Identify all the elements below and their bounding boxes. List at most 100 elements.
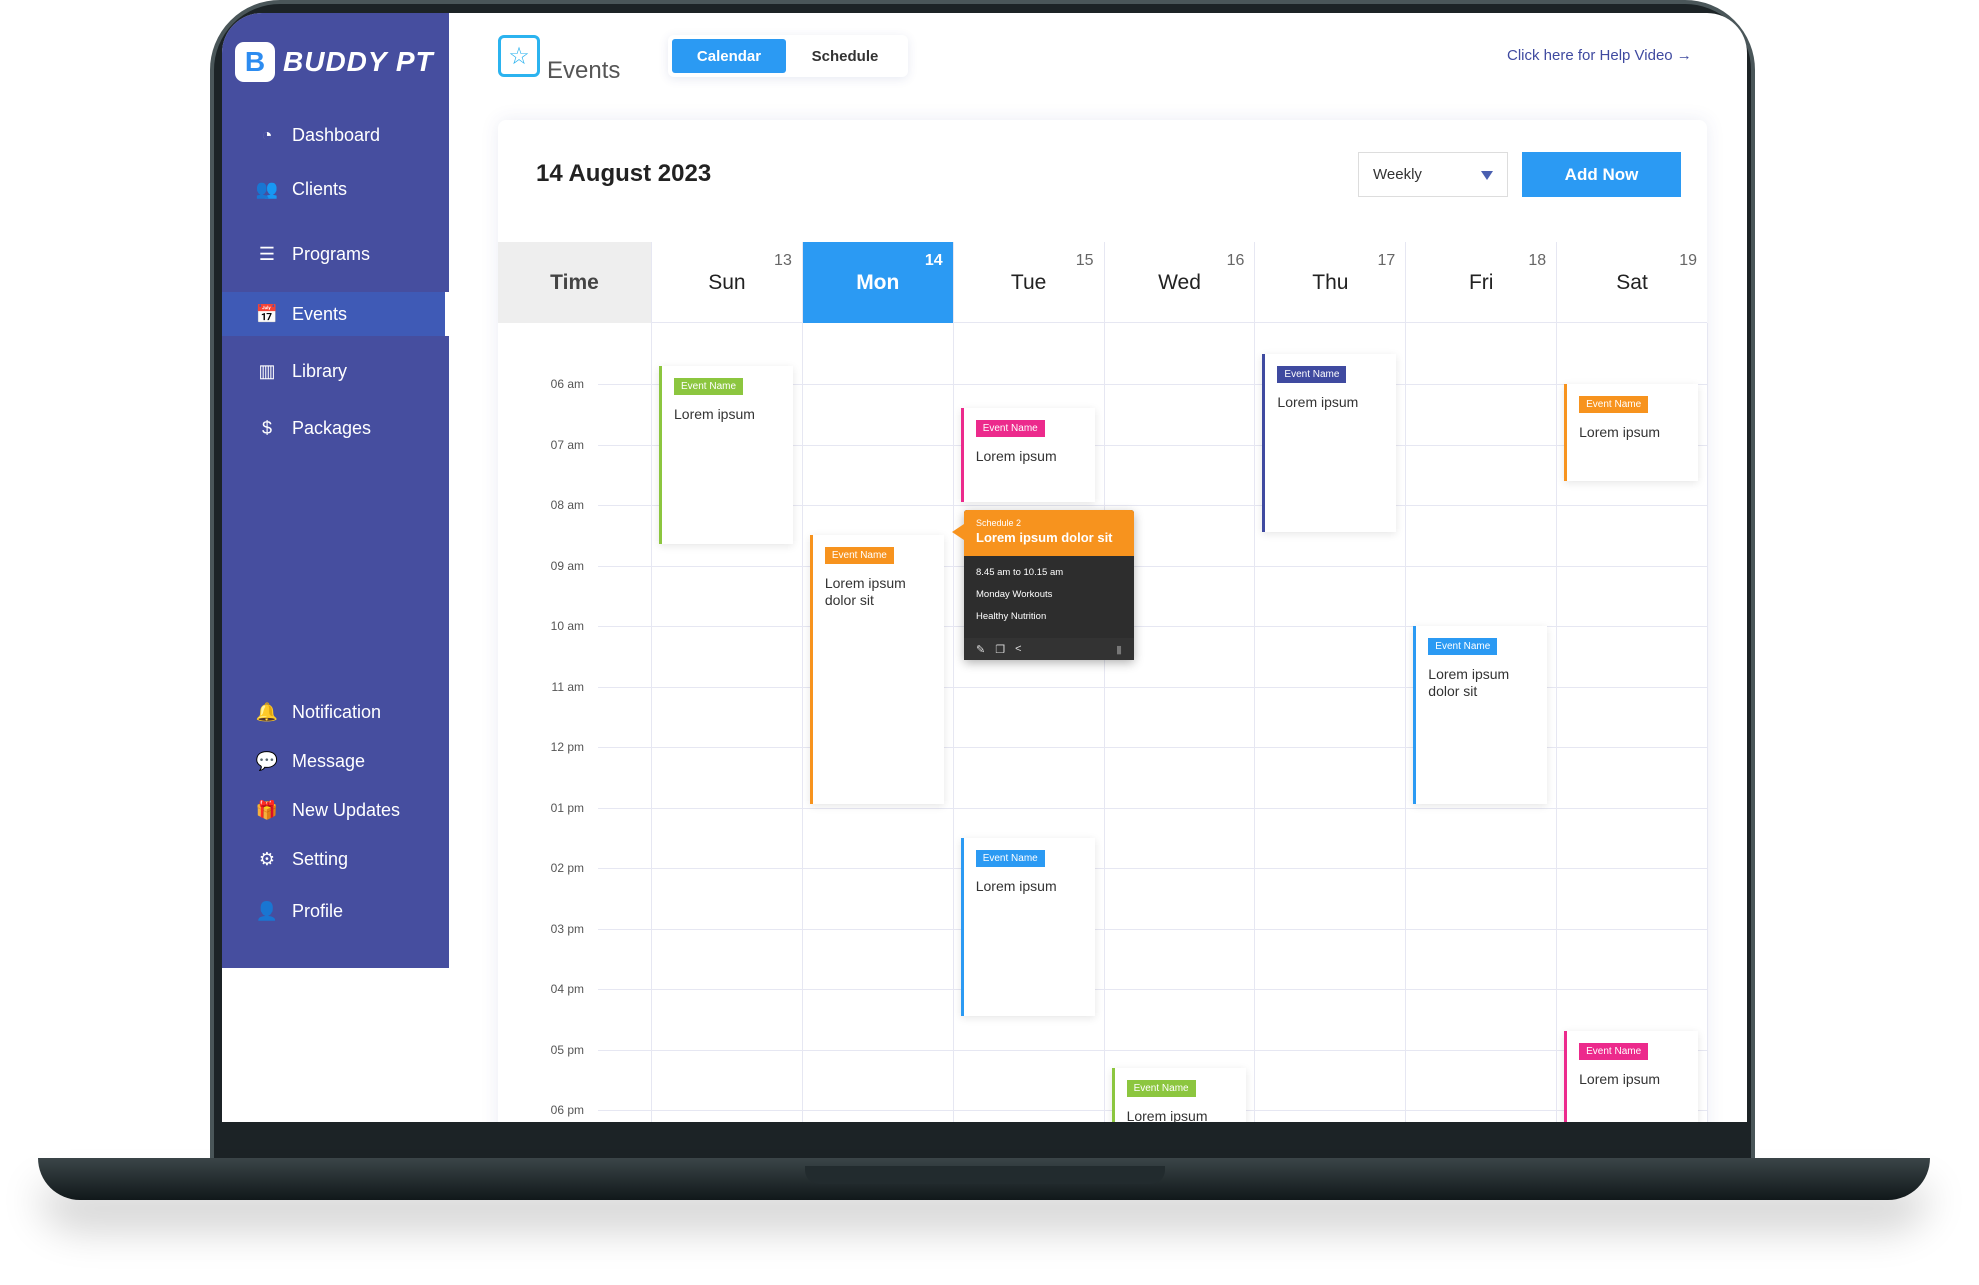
event-text: Lorem ipsum bbox=[1579, 424, 1661, 440]
sidebar-item-label: Library bbox=[292, 360, 348, 381]
sidebar-item-setting[interactable]: ⚙ Setting bbox=[222, 837, 449, 881]
time-label: 09 am bbox=[550, 558, 584, 573]
grid-column-line bbox=[1103, 323, 1105, 1122]
sidebar-item-label: New Updates bbox=[292, 799, 401, 820]
sidebar-item-label: Programs bbox=[292, 243, 371, 264]
trash-icon[interactable]: ▮ bbox=[1116, 643, 1122, 656]
grid-column-line bbox=[1254, 323, 1256, 1122]
day-number: 14 bbox=[924, 252, 943, 269]
grid-hour-line bbox=[598, 868, 1707, 869]
day-header-fri[interactable]: Fri 18 bbox=[1405, 242, 1556, 323]
day-number: 17 bbox=[1377, 252, 1396, 269]
sidebar-item-label: Profile bbox=[292, 900, 344, 921]
chat-icon: 💬 bbox=[255, 750, 279, 771]
edit-icon[interactable]: ✎ bbox=[976, 643, 985, 656]
logo-icon: B bbox=[235, 42, 275, 82]
event-name-badge: Event Name bbox=[824, 547, 894, 565]
event-name-badge: Event Name bbox=[1579, 1043, 1649, 1061]
time-label: 11 am bbox=[551, 679, 584, 694]
grid-column-line bbox=[651, 323, 652, 1122]
user-circle-icon: 👤 bbox=[255, 900, 279, 921]
logo[interactable]: B BUDDY PT bbox=[235, 42, 434, 82]
calendar-card: 14 August 2023 Weekly Add Now Time Sun 13… bbox=[498, 120, 1708, 1122]
event-card[interactable]: Event Name Lorem ipsum bbox=[1564, 384, 1699, 481]
event-card[interactable]: Event Name Lorem ipsum dolor sit bbox=[1413, 626, 1548, 805]
grid-hour-line bbox=[598, 1049, 1707, 1051]
day-name: Sat bbox=[1616, 270, 1648, 294]
time-label: 06 am bbox=[550, 377, 584, 391]
tab-calendar[interactable]: Calendar bbox=[672, 39, 786, 73]
time-label: 12 pm bbox=[550, 740, 584, 754]
day-header-mon[interactable]: Mon 14 bbox=[801, 242, 953, 323]
logo-text: BUDDY PT bbox=[283, 46, 434, 77]
help-video-link[interactable]: Click here for Help Video → bbox=[1507, 47, 1692, 64]
day-header-sun[interactable]: Sun 13 bbox=[651, 242, 802, 323]
sidebar-item-packages[interactable]: $ Packages bbox=[222, 406, 449, 450]
sidebar-item-events[interactable]: 📅 Events bbox=[222, 292, 449, 336]
event-name-badge: Event Name bbox=[1277, 365, 1347, 383]
day-header-thu[interactable]: Thu 17 bbox=[1254, 242, 1405, 323]
list-icon: ☰ bbox=[258, 243, 276, 264]
popup-title: Lorem ipsum dolor sit bbox=[976, 530, 1113, 545]
popup-subtitle: Schedule 2 bbox=[976, 518, 1022, 528]
view-select-value: Weekly bbox=[1373, 166, 1422, 183]
time-label: 07 am bbox=[550, 437, 584, 452]
bell-icon: 🔔 bbox=[255, 701, 279, 722]
sidebar: B BUDDY PT ◔ Dashboard 👥 Clients ☰ Programs 📅 E… bbox=[222, 13, 449, 968]
time-label: 06 pm bbox=[550, 1103, 584, 1117]
day-number: 13 bbox=[774, 252, 792, 269]
grid-hour-line bbox=[598, 989, 1707, 990]
day-name: Tue bbox=[1010, 270, 1047, 294]
add-now-button[interactable]: Add Now bbox=[1522, 152, 1681, 197]
events-star-calendar-icon: ☆ bbox=[498, 35, 540, 77]
grid-column-line bbox=[1405, 323, 1407, 1122]
sidebar-item-dashboard[interactable]: ◔ Dashboard bbox=[222, 113, 449, 157]
day-header-sat[interactable]: Sat 19 bbox=[1556, 242, 1707, 323]
event-card[interactable]: Event Name Lorem ipsum dolor sit bbox=[809, 535, 944, 805]
time-label: 01 pm bbox=[550, 800, 584, 815]
gift-icon: 🎁 bbox=[255, 799, 279, 820]
event-card[interactable]: Event Name Lorem ipsum bbox=[960, 408, 1095, 502]
event-text: Lorem ipsum dolor sit bbox=[824, 575, 906, 609]
event-card[interactable]: Event Name Lorem ipsum bbox=[1111, 1067, 1246, 1122]
grid-column-line bbox=[952, 323, 954, 1122]
day-header-tue[interactable]: Tue 15 bbox=[952, 242, 1104, 323]
event-card[interactable]: Event Name Lorem ipsum bbox=[659, 365, 793, 545]
page-title: Events bbox=[547, 57, 621, 84]
event-card[interactable]: Event Name Lorem ipsum bbox=[1564, 1031, 1699, 1122]
sidebar-item-label: Setting bbox=[292, 848, 349, 869]
laptop-notch bbox=[805, 1166, 1165, 1184]
sidebar-item-label: Dashboard bbox=[292, 124, 381, 145]
sidebar-item-programs[interactable]: ☰ Programs bbox=[222, 232, 449, 276]
time-label: 04 pm bbox=[550, 982, 584, 996]
view-tabs: Calendar Schedule bbox=[668, 35, 908, 77]
sidebar-item-message[interactable]: 💬 Message bbox=[222, 739, 449, 783]
sidebar-item-profile[interactable]: 👤 Profile bbox=[222, 889, 449, 933]
sidebar-item-new-updates[interactable]: 🎁 New Updates bbox=[222, 788, 449, 832]
copy-icon[interactable]: ❐ bbox=[995, 643, 1005, 656]
share-icon[interactable]: < bbox=[1015, 643, 1021, 655]
day-name: Fri bbox=[1468, 270, 1494, 294]
event-name-badge: Event Name bbox=[975, 849, 1045, 867]
day-name: Sun bbox=[708, 270, 746, 294]
current-date: 14 August 2023 bbox=[536, 160, 712, 187]
sidebar-item-notification[interactable]: 🔔 Notification bbox=[222, 690, 449, 734]
day-number: 18 bbox=[1528, 252, 1547, 269]
day-number: 16 bbox=[1226, 252, 1245, 269]
event-text: Lorem ipsum bbox=[1277, 393, 1359, 410]
day-number: 15 bbox=[1075, 252, 1094, 269]
popup-time: 8.45 am to 10.15 am bbox=[976, 567, 1064, 578]
sidebar-item-library[interactable]: ▥ Library bbox=[222, 349, 449, 393]
users-icon: 👥 bbox=[255, 178, 279, 199]
event-card[interactable]: Event Name Lorem ipsum bbox=[960, 837, 1095, 1017]
day-name: Thu bbox=[1312, 270, 1349, 294]
view-select[interactable]: Weekly bbox=[1358, 152, 1508, 197]
popup-line: Healthy Nutrition bbox=[976, 611, 1047, 622]
tab-schedule[interactable]: Schedule bbox=[788, 39, 902, 73]
sidebar-item-clients[interactable]: 👥 Clients bbox=[222, 167, 449, 211]
grid-hour-line bbox=[598, 928, 1707, 930]
time-label: 03 pm bbox=[550, 921, 584, 936]
day-header-wed[interactable]: Wed 16 bbox=[1103, 242, 1255, 323]
event-card[interactable]: Event Name Lorem ipsum bbox=[1262, 353, 1397, 533]
sidebar-item-label: Message bbox=[292, 750, 366, 771]
